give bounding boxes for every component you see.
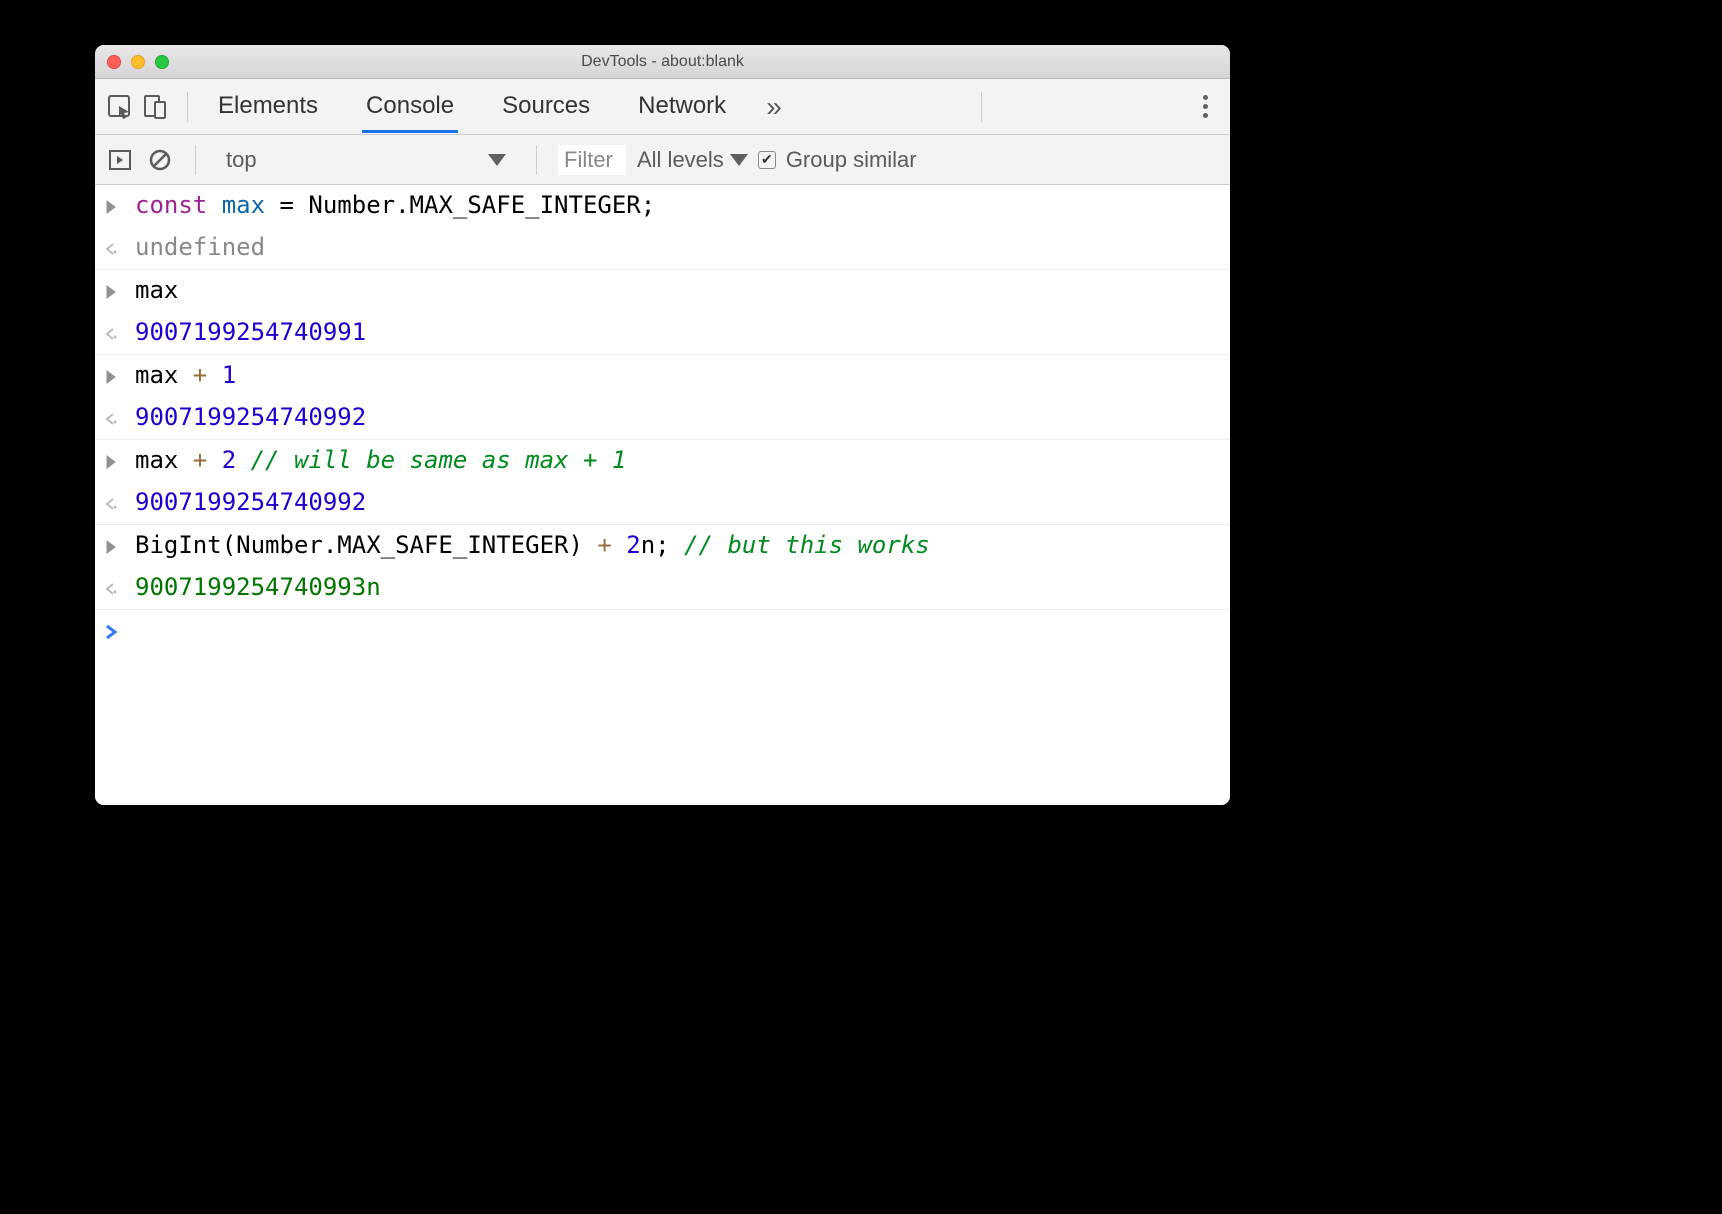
tab-sources[interactable]: Sources [498, 80, 594, 133]
separator [195, 145, 196, 175]
console-input-row: const max = Number.MAX_SAFE_INTEGER; [95, 185, 1230, 227]
console-output-row: 9007199254740992 [95, 397, 1230, 439]
context-label: top [226, 147, 257, 173]
sidebar-toggle-icon[interactable] [105, 145, 135, 175]
separator [187, 92, 188, 122]
console-output-value[interactable]: 9007199254740992 [135, 488, 366, 516]
console-entry: BigInt(Number.MAX_SAFE_INTEGER) + 2n; //… [95, 525, 1230, 610]
console-input-code[interactable]: max + 1 [135, 361, 236, 389]
console-input-code[interactable]: const max = Number.MAX_SAFE_INTEGER; [135, 191, 655, 219]
tab-elements[interactable]: Elements [214, 80, 322, 133]
group-similar-label: Group similar [786, 147, 917, 173]
console-input-row: max + 2 // will be same as max + 1 [95, 440, 1230, 482]
output-chevron-icon [103, 403, 123, 433]
titlebar: DevTools - about:blank [95, 45, 1230, 79]
console-output-value[interactable]: 9007199254740992 [135, 403, 366, 431]
console-prompt[interactable] [95, 610, 1230, 652]
input-chevron-icon [103, 361, 123, 391]
console-entry: max + 1 9007199254740992 [95, 355, 1230, 440]
filter-input[interactable]: Filter [557, 144, 627, 176]
output-chevron-icon [103, 233, 123, 263]
console-output-row: 9007199254740993n [95, 567, 1230, 609]
console-output-value[interactable]: undefined [135, 233, 265, 261]
input-chevron-icon [103, 446, 123, 476]
console-input-row: max + 1 [95, 355, 1230, 397]
output-chevron-icon [103, 488, 123, 518]
main-toolbar: Elements Console Sources Network » [95, 79, 1230, 135]
console-input-code[interactable]: max [135, 276, 178, 304]
console-output-row: 9007199254740992 [95, 482, 1230, 524]
separator [536, 145, 537, 175]
devtools-window: DevTools - about:blank Elements Console … [95, 45, 1230, 805]
levels-label: All levels [637, 147, 724, 173]
console-input-code[interactable]: max + 2 // will be same as max + 1 [135, 446, 626, 474]
console-entry: max + 2 // will be same as max + 1 90071… [95, 440, 1230, 525]
input-chevron-icon [103, 191, 123, 221]
log-level-selector[interactable]: All levels [637, 147, 748, 173]
input-chevron-icon [103, 276, 123, 306]
prompt-chevron-icon [103, 616, 123, 646]
output-chevron-icon [103, 573, 123, 603]
chevron-down-icon [488, 154, 506, 166]
output-chevron-icon [103, 318, 123, 348]
tab-console[interactable]: Console [362, 80, 458, 133]
more-tabs-icon[interactable]: » [766, 91, 782, 123]
console-output-row: 9007199254740991 [95, 312, 1230, 354]
console-output[interactable]: const max = Number.MAX_SAFE_INTEGER; und… [95, 185, 1230, 805]
console-entry: const max = Number.MAX_SAFE_INTEGER; und… [95, 185, 1230, 270]
panel-tabs: Elements Console Sources Network [214, 80, 730, 133]
console-input-code[interactable]: BigInt(Number.MAX_SAFE_INTEGER) + 2n; //… [135, 531, 930, 559]
input-chevron-icon [103, 531, 123, 561]
window-title: DevTools - about:blank [95, 53, 1230, 71]
device-toggle-icon[interactable] [141, 92, 171, 122]
console-input-row: max [95, 270, 1230, 312]
console-output-value[interactable]: 9007199254740991 [135, 318, 366, 346]
console-filterbar: top Filter All levels ✔ Group similar [95, 135, 1230, 185]
settings-menu-icon[interactable] [1191, 95, 1220, 118]
tab-network[interactable]: Network [634, 80, 730, 133]
chevron-down-icon [730, 154, 748, 166]
console-output-row: undefined [95, 227, 1230, 269]
console-output-value[interactable]: 9007199254740993n [135, 573, 381, 601]
group-similar-checkbox[interactable]: ✔ [758, 151, 776, 169]
context-selector[interactable]: top [216, 147, 516, 173]
clear-console-icon[interactable] [145, 145, 175, 175]
inspect-icon[interactable] [105, 92, 135, 122]
console-entry: max 9007199254740991 [95, 270, 1230, 355]
separator [981, 92, 982, 122]
console-input-row: BigInt(Number.MAX_SAFE_INTEGER) + 2n; //… [95, 525, 1230, 567]
